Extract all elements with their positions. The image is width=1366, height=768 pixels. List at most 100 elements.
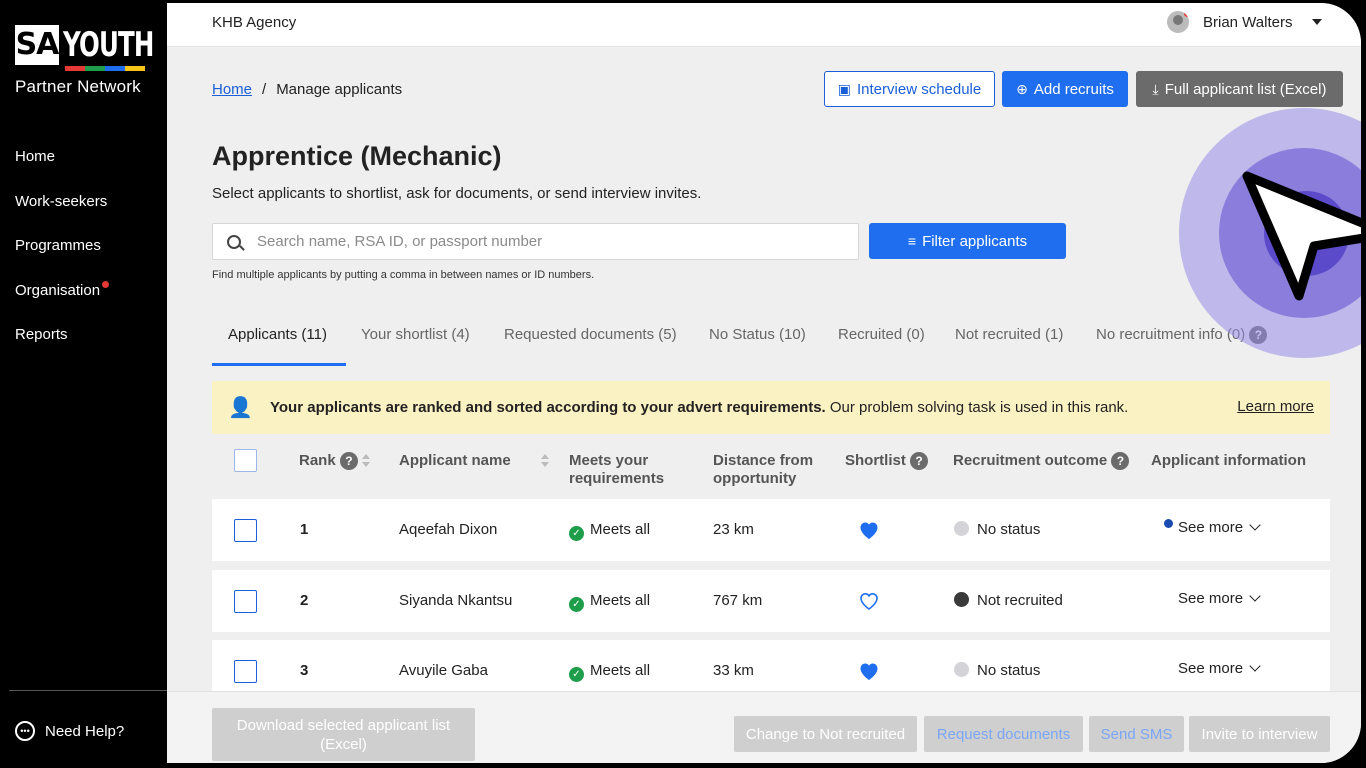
outcome-label: Not recruited — [977, 592, 1063, 609]
sidebar-item-work-seekers[interactable]: Work-seekers — [15, 193, 109, 238]
invite-to-interview-button[interactable]: Invite to interview — [1189, 716, 1330, 752]
help-icon[interactable]: ? — [1111, 452, 1130, 471]
see-more-label: See more — [1178, 660, 1244, 677]
sort-icon[interactable] — [540, 454, 549, 468]
breadcrumb: Home / Manage applicants — [212, 81, 402, 98]
tab-not-recruited[interactable]: Not recruited (1) — [955, 326, 1063, 372]
row-checkbox[interactable] — [234, 590, 257, 613]
banner-bold: Your applicants are ranked and sorted ac… — [270, 399, 826, 416]
filter-applicants-button[interactable]: ≡ Filter applicants — [869, 223, 1066, 259]
sidebar-item-programmes[interactable]: Programmes — [15, 237, 109, 282]
screen: SA YOUTH Partner Network Home Work-seeke… — [3, 3, 1361, 763]
download-selected-label: Download selected applicant list (Excel) — [236, 716, 451, 753]
shortlist-heart-filled-icon[interactable] — [857, 659, 881, 683]
sidebar-divider — [9, 690, 167, 691]
status-dot — [954, 662, 969, 677]
see-more-label: See more — [1178, 590, 1244, 607]
tab-no-status[interactable]: No Status (10) — [709, 326, 806, 372]
shortlist-heart-outline-icon[interactable] — [857, 589, 881, 613]
applicant-tabs: Applicants (11) Your shortlist (4) Reque… — [212, 321, 1332, 367]
search-placeholder: Search name, RSA ID, or passport number — [257, 233, 543, 250]
full-list-label: Full applicant list (Excel) — [1164, 80, 1327, 98]
tab-recruited[interactable]: Recruited (0) — [838, 326, 925, 372]
top-bar: KHB Agency Brian Walters — [167, 3, 1361, 47]
logo-subtitle: Partner Network — [15, 77, 141, 96]
header-rank[interactable]: Rank ? — [299, 452, 370, 471]
full-applicant-list-button[interactable]: ⤓ Full applicant list (Excel) — [1136, 71, 1343, 107]
sidebar-item-reports[interactable]: Reports — [15, 326, 109, 371]
learn-more-link[interactable]: Learn more — [1237, 398, 1314, 415]
logo-stripes — [65, 66, 145, 71]
table-header: Rank ? Applicant name Meets your require… — [212, 443, 1330, 495]
status-dot — [954, 521, 969, 536]
banner-rest: Our problem solving task is used in this… — [825, 399, 1129, 416]
help-icon[interactable]: ? — [339, 452, 358, 471]
filter-label: Filter applicants — [922, 232, 1028, 250]
see-more-toggle[interactable]: See more — [1164, 519, 1261, 536]
tab-shortlist[interactable]: Your shortlist (4) — [361, 326, 470, 372]
chat-icon: ••• — [15, 721, 35, 741]
header-shortlist: Shortlist ? — [845, 452, 929, 471]
interview-schedule-label: Interview schedule — [857, 80, 982, 98]
meets-cell: ✓ Meets all — [569, 521, 650, 541]
breadcrumb-current: Manage applicants — [276, 81, 403, 98]
distance-cell: 33 km — [713, 662, 754, 679]
avatar — [1167, 11, 1189, 33]
interview-schedule-button[interactable]: ▣ Interview schedule — [824, 71, 995, 107]
active-tab-indicator — [212, 363, 346, 366]
device-frame: SA YOUTH Partner Network Home Work-seeke… — [0, 0, 1366, 768]
table-row: 2 Siyanda Nkantsu ✓ Meets all 767 km Not … — [212, 570, 1330, 632]
tab-requested-documents[interactable]: Requested documents (5) — [504, 326, 677, 372]
breadcrumb-separator: / — [262, 81, 267, 98]
send-sms-button[interactable]: Send SMS — [1089, 716, 1184, 752]
notification-dot — [1184, 11, 1189, 17]
tab-no-recruitment-info[interactable]: No recruitment info (0) ? — [1096, 326, 1268, 372]
search-input[interactable]: Search name, RSA ID, or passport number — [212, 223, 859, 260]
header-outcome-label: Recruitment outcome — [953, 452, 1108, 469]
change-not-recruited-button[interactable]: Change to Not recruited — [734, 716, 917, 752]
request-documents-button[interactable]: Request documents — [924, 716, 1083, 752]
header-applicant-name[interactable]: Applicant name — [399, 452, 549, 470]
download-selected-button[interactable]: Download selected applicant list (Excel) — [212, 708, 475, 761]
outcome-cell: Not recruited — [954, 592, 1063, 609]
applicant-name[interactable]: Avuyile Gaba — [399, 662, 488, 679]
add-recruits-button[interactable]: ⊕ Add recruits — [1002, 71, 1128, 107]
row-checkbox[interactable] — [234, 660, 257, 683]
help-icon[interactable]: ? — [910, 452, 929, 471]
shortlist-heart-filled-icon[interactable] — [857, 518, 881, 542]
see-more-label: See more — [1178, 519, 1244, 536]
outcome-cell: No status — [954, 521, 1040, 538]
outcome-label: No status — [977, 662, 1041, 679]
sa-youth-logo[interactable]: SA YOUTH Partner Network — [15, 25, 155, 99]
header-shortlist-label: Shortlist — [845, 452, 906, 469]
header-recruitment-outcome: Recruitment outcome ? — [953, 452, 1130, 471]
meets-cell: ✓ Meets all — [569, 592, 650, 612]
caret-down-icon — [1312, 19, 1323, 25]
table-row: 1 Aqeefah Dixon ✓ Meets all 23 km No stat… — [212, 499, 1330, 561]
logo-youth: YOUTH — [63, 25, 154, 65]
applicant-name[interactable]: Aqeefah Dixon — [399, 521, 497, 538]
see-more-toggle[interactable]: See more — [1178, 660, 1261, 677]
banner-text: Your applicants are ranked and sorted ac… — [270, 399, 1128, 416]
select-all-checkbox[interactable] — [234, 449, 257, 472]
sidebar-item-home[interactable]: Home — [15, 148, 109, 193]
need-help-button[interactable]: ••• Need Help? — [15, 721, 124, 741]
tab-label: No recruitment info (0) — [1096, 326, 1246, 343]
user-menu[interactable]: Brian Walters — [1167, 11, 1323, 33]
check-circle-icon: ✓ — [569, 526, 584, 541]
sidebar-item-organisation[interactable]: Organisation — [15, 280, 110, 327]
row-checkbox[interactable] — [234, 519, 257, 542]
header-rank-label: Rank — [299, 452, 336, 469]
rank-cell: 1 — [300, 521, 309, 538]
ranking-info-banner: 👤 Your applicants are ranked and sorted … — [212, 381, 1330, 434]
plus-circle-icon: ⊕ — [1016, 81, 1028, 97]
page-title: Apprentice (Mechanic) — [212, 141, 502, 171]
applicant-name[interactable]: Siyanda Nkantsu — [399, 592, 512, 609]
sort-icon[interactable] — [361, 454, 370, 468]
user-ranking-icon: 👤 — [228, 397, 253, 419]
outcome-cell: No status — [954, 662, 1040, 679]
search-icon — [227, 234, 241, 249]
help-icon[interactable]: ? — [1249, 326, 1268, 345]
breadcrumb-home-link[interactable]: Home — [212, 81, 252, 98]
see-more-toggle[interactable]: See more — [1178, 590, 1261, 607]
